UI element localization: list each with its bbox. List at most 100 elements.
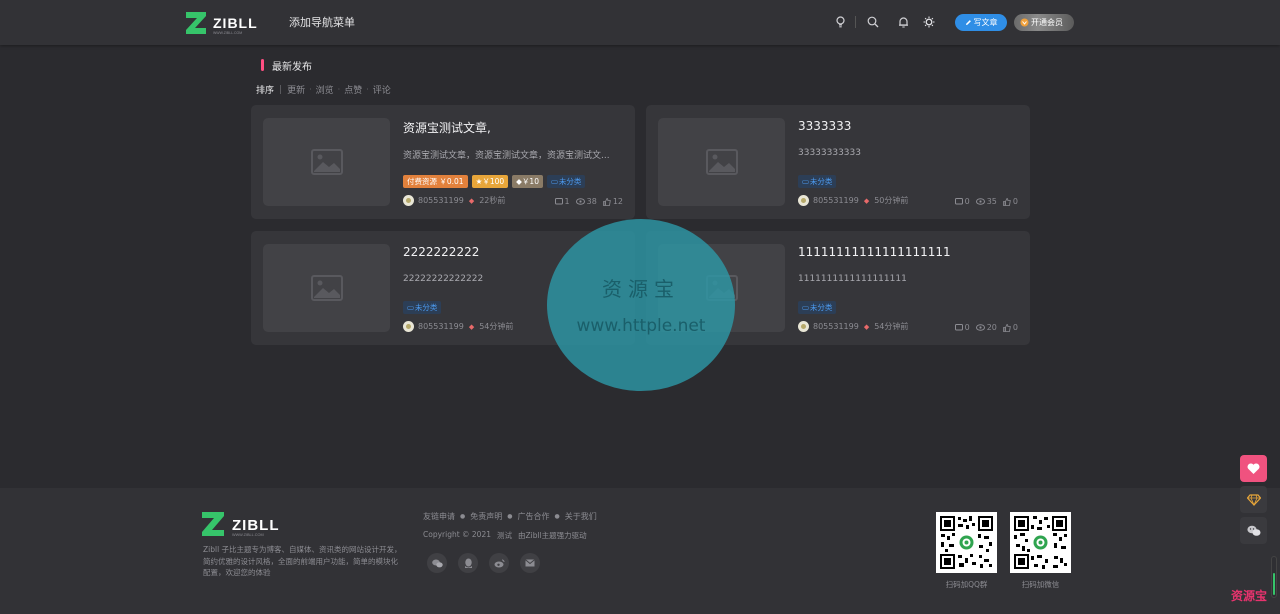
category-tag[interactable]: ▭ 未分类 (403, 301, 442, 314)
avatar[interactable] (403, 195, 414, 206)
svg-text:ZIBLL: ZIBLL (232, 517, 280, 534)
vip-badge-icon (1020, 18, 1029, 27)
image-placeholder-icon (310, 149, 343, 175)
post-stats: 0 35 0 (954, 197, 1018, 206)
section-title-text: 最新发布 (272, 61, 312, 73)
watermark-circle (547, 219, 735, 391)
qq-group-qrcode (936, 512, 997, 573)
wechat-icon[interactable] (427, 553, 447, 573)
mail-icon[interactable] (520, 553, 540, 573)
sort-option-comments[interactable]: 评论 (373, 83, 391, 96)
footer-link-about[interactable]: 关于我们 (565, 511, 597, 522)
image-placeholder-icon (705, 149, 738, 175)
author-name[interactable]: 805531199 (418, 196, 464, 205)
write-post-label: 写文章 (973, 18, 998, 27)
sort-label: 排序 (256, 86, 275, 96)
sort-option-likes[interactable]: 点赞 (344, 83, 362, 96)
view-count: 38 (575, 197, 597, 206)
comment-icon (954, 323, 963, 330)
footer-description: Zibll 子比主题专为博客、自媒体、资讯类的网站设计开发，简约优雅的设计风格，… (203, 545, 402, 577)
post-thumbnail[interactable] (263, 118, 390, 206)
post-excerpt: 33333333333 (798, 148, 861, 158)
post-tags: ▭ 未分类 (403, 301, 442, 314)
footer-link-disclaimer[interactable]: 免责声明 (470, 511, 502, 522)
comment-icon (954, 197, 963, 204)
post-card[interactable]: 资源宝测试文章, 资源宝测试文章，资源宝测试文章，资源宝测试文... 付费资源 … (251, 105, 635, 219)
thumbs-up-icon (1003, 323, 1011, 332)
comment-icon (554, 197, 563, 204)
wechat-qrcode (1010, 512, 1071, 573)
scroll-progress[interactable] (1271, 556, 1277, 598)
watermark-text: 资源宝 (602, 277, 680, 301)
search-icon[interactable] (865, 14, 881, 30)
top-header: ZIBLL WWW.ZIBLL.COM 添加导航菜单 写文章 开通会员 (0, 0, 1280, 45)
theme-toggle-icon[interactable] (921, 14, 937, 30)
nav-menu-item[interactable]: 添加导航菜单 (289, 14, 355, 30)
folder-icon: ▭ (407, 303, 415, 312)
post-title[interactable]: 资源宝测试文章, (403, 119, 491, 136)
eye-icon (575, 198, 585, 205)
vip-price-tag[interactable]: ◆ ￥10 (512, 175, 543, 188)
sort-option-views[interactable]: 浏览 (316, 83, 334, 96)
post-excerpt: 1111111111111111111 (798, 274, 907, 284)
footer-link-friend[interactable]: 友链申请 (423, 511, 455, 522)
section-accent-bar (261, 59, 264, 71)
wechat-icon (1246, 525, 1260, 536)
diamond-icon (1246, 493, 1261, 506)
avatar[interactable] (798, 195, 809, 206)
sort-bar: 排序 | 更新 · 浏览 · 点赞 · 评论 (256, 83, 391, 97)
like-count[interactable]: 0 (1003, 197, 1018, 206)
pay-resource-tag[interactable]: 付费资源 ￥0.01 (403, 175, 468, 188)
bell-icon[interactable] (895, 14, 911, 30)
write-post-button[interactable]: 写文章 (955, 14, 1007, 31)
vip-button[interactable]: 开通会员 (1014, 14, 1074, 31)
post-title[interactable]: 3333333 (798, 119, 851, 133)
avatar[interactable] (403, 321, 414, 332)
post-card[interactable]: 3333333 33333333333 ▭ 未分类 805531199 ◆ 50… (646, 105, 1030, 219)
eye-icon (975, 198, 985, 205)
site-footer (0, 488, 1280, 614)
post-stats: 0 20 0 (954, 323, 1018, 332)
post-tags: 付费资源 ￥0.01 ★ ￥100 ◆ ￥10 ▭ 未分类 (403, 175, 586, 188)
like-count[interactable]: 12 (602, 197, 623, 206)
image-placeholder-icon (310, 275, 343, 301)
site-logo[interactable]: ZIBLL WWW.ZIBLL.COM (186, 10, 266, 36)
category-tag[interactable]: ▭ 未分类 (798, 301, 837, 314)
vip-float-button[interactable] (1240, 486, 1267, 513)
watermark-url: www.httple.net (576, 316, 706, 336)
category-tag[interactable]: ▭ 未分类 (546, 175, 586, 188)
post-tags: ▭ 未分类 (798, 301, 837, 314)
category-tag[interactable]: ▭ 未分类 (798, 175, 837, 188)
thumbs-up-icon (602, 197, 611, 206)
favorite-float-button[interactable] (1240, 455, 1267, 482)
qq-icon[interactable] (458, 553, 478, 573)
folder-icon: ▭ (550, 177, 559, 186)
author-name[interactable]: 805531199 (813, 196, 859, 205)
points-price-tag[interactable]: ★ ￥100 (471, 175, 509, 188)
author-name[interactable]: 805531199 (418, 322, 464, 331)
footer-logo[interactable]: ZIBLL WWW.ZIBLL.COM (202, 510, 292, 538)
logo-subtitle: WWW.ZIBLL.COM (213, 31, 242, 35)
post-meta: 805531199 ◆ 50分钟前 (798, 195, 908, 206)
footer-logo-subtitle: WWW.ZIBLL.COM (232, 533, 264, 537)
post-thumbnail[interactable] (263, 244, 390, 332)
post-meta: 805531199 ◆ 54分钟前 (798, 321, 908, 332)
post-title[interactable]: 11111111111111111111 (798, 245, 951, 259)
footer-link-ads[interactable]: 广告合作 (518, 511, 550, 522)
footer-social (427, 553, 540, 573)
post-title[interactable]: 2222222222 (403, 245, 479, 259)
post-thumbnail[interactable] (658, 118, 785, 206)
like-count[interactable]: 0 (1003, 323, 1018, 332)
author-name[interactable]: 805531199 (813, 322, 859, 331)
sort-option-updated[interactable]: 更新 (287, 83, 305, 96)
lightbulb-icon[interactable] (832, 14, 848, 30)
footer-links: 友链申请 ● 免责声明 ● 广告合作 ● 关于我们 (423, 511, 597, 522)
pen-icon (965, 20, 971, 25)
thumbs-up-icon (1003, 197, 1011, 206)
footer-copyright: Copyright © 2021 测试 由Zibll主题强力驱动 (423, 530, 587, 540)
wechat-float-button[interactable] (1240, 517, 1267, 544)
avatar[interactable] (798, 321, 809, 332)
weibo-icon[interactable] (489, 553, 509, 573)
star-icon: ★ (475, 177, 483, 186)
post-time: 50分钟前 (874, 196, 909, 205)
